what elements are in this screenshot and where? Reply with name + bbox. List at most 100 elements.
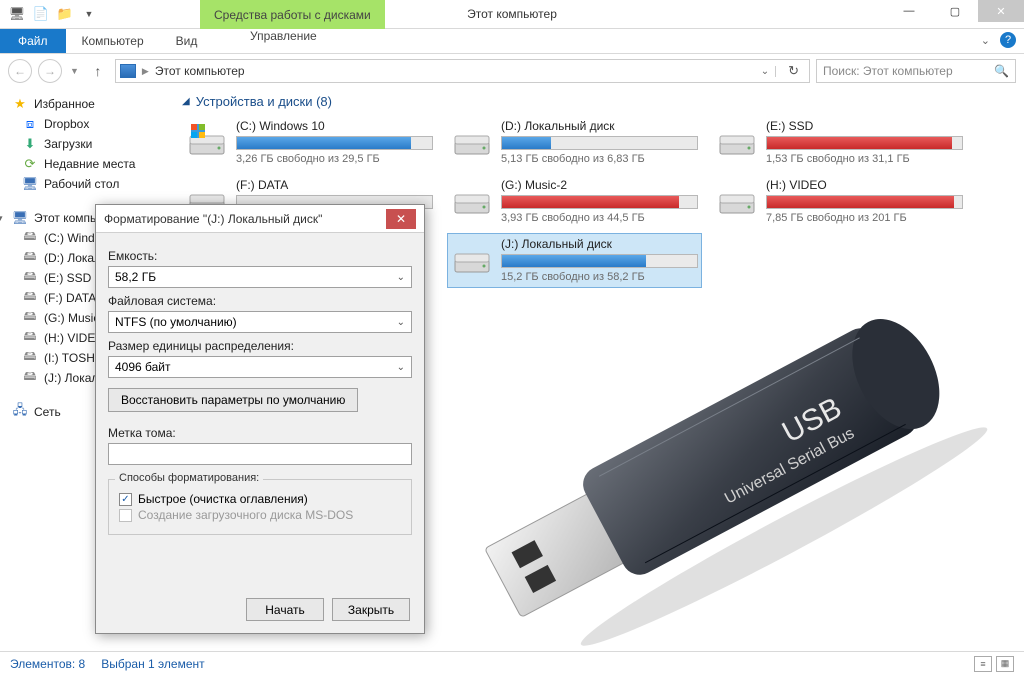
breadcrumb-location[interactable]: Этот компьютер bbox=[155, 64, 245, 78]
tiles-view-icon[interactable]: ▦ bbox=[996, 656, 1014, 672]
forward-button[interactable]: → bbox=[38, 59, 62, 83]
computer-tab[interactable]: Компьютер bbox=[66, 29, 160, 53]
minimize-button[interactable]: — bbox=[886, 0, 932, 22]
drive-tile[interactable]: (J:) Локальный диск 15,2 ГБ свободно из … bbox=[447, 233, 702, 288]
drive-name: (D:) Локальный диск bbox=[501, 119, 698, 133]
qat-new-folder-icon[interactable]: 📁 bbox=[54, 3, 76, 25]
ribbon-tabs: Файл Компьютер Вид Управление ⌄ ? bbox=[0, 29, 1024, 54]
volume-label-input[interactable] bbox=[108, 443, 412, 465]
qat-dropdown-icon[interactable]: ▼ bbox=[78, 3, 100, 25]
allocation-select[interactable]: 4096 байт⌄ bbox=[108, 356, 412, 378]
drive-usage-bar bbox=[766, 195, 963, 209]
drive-name: (F:) DATA bbox=[236, 178, 433, 192]
drive-name: (H:) VIDEO bbox=[766, 178, 963, 192]
drive-name: (E:) SSD bbox=[766, 119, 963, 133]
context-tab-drive-tools[interactable]: Средства работы с дисками bbox=[200, 0, 385, 29]
qat-properties-icon[interactable]: 📄 bbox=[30, 3, 52, 25]
downloads-icon: ⬇ bbox=[22, 136, 38, 152]
drive-tile[interactable]: (C:) Windows 10 3,26 ГБ свободно из 29,5… bbox=[182, 115, 437, 170]
close-dialog-button[interactable]: Закрыть bbox=[332, 598, 410, 621]
checkbox-unchecked-icon bbox=[119, 509, 132, 522]
drive-free-text: 3,93 ГБ свободно из 44,5 ГБ bbox=[501, 212, 698, 224]
drive-icon bbox=[451, 178, 493, 220]
dialog-close-button[interactable]: ✕ bbox=[386, 209, 416, 229]
window-title: Этот компьютер bbox=[467, 7, 557, 21]
drive-icon: 🖴 bbox=[22, 230, 38, 246]
drive-tile[interactable]: (D:) Локальный диск 5,13 ГБ свободно из … bbox=[447, 115, 702, 170]
view-tab[interactable]: Вид bbox=[160, 29, 214, 53]
sidebar-dropbox[interactable]: ⧈Dropbox bbox=[0, 114, 172, 134]
group-header-drives[interactable]: ◢ Устройства и диски (8) bbox=[182, 94, 1014, 109]
recent-icon: ⟳ bbox=[22, 156, 38, 172]
sidebar-recent[interactable]: ⟳Недавние места bbox=[0, 154, 172, 174]
address-bar[interactable]: ▶ Этот компьютер ⌄ ↻ bbox=[115, 59, 810, 83]
sidebar-favorites[interactable]: ★Избранное bbox=[0, 94, 172, 114]
qat-computer-icon[interactable]: 🖥 bbox=[6, 3, 28, 25]
drive-icon: 🖴 bbox=[22, 330, 38, 346]
search-input[interactable]: Поиск: Этот компьютер 🔍 bbox=[816, 59, 1016, 83]
drive-name: (G:) Music-2 bbox=[501, 178, 698, 192]
refresh-icon[interactable]: ↻ bbox=[782, 63, 805, 79]
details-view-icon[interactable]: ≡ bbox=[974, 656, 992, 672]
drive-icon bbox=[716, 119, 758, 161]
quick-format-checkbox[interactable]: ✓ Быстрое (очистка оглавления) bbox=[119, 492, 401, 506]
sidebar-downloads[interactable]: ⬇Загрузки bbox=[0, 134, 172, 154]
navigation-row: ← → ▼ ↑ ▶ Этот компьютер ⌄ ↻ Поиск: Этот… bbox=[0, 54, 1024, 88]
restore-defaults-button[interactable]: Восстановить параметры по умолчанию bbox=[108, 388, 358, 412]
filesystem-select[interactable]: NTFS (по умолчанию)⌄ bbox=[108, 311, 412, 333]
msdos-boot-checkbox: Создание загрузочного диска MS-DOS bbox=[119, 508, 401, 522]
titlebar: 🖥 📄 📁 ▼ Средства работы с дисками Этот к… bbox=[0, 0, 1024, 29]
chevron-down-icon: ⌄ bbox=[397, 317, 405, 328]
desktop-icon: 🖥 bbox=[22, 176, 38, 192]
drive-icon: 🖴 bbox=[22, 250, 38, 266]
drive-icon: 🖴 bbox=[22, 310, 38, 326]
start-button[interactable]: Начать bbox=[246, 598, 324, 621]
file-tab[interactable]: Файл bbox=[0, 29, 66, 53]
drive-tile[interactable]: (G:) Music-2 3,93 ГБ свободно из 44,5 ГБ bbox=[447, 174, 702, 229]
network-icon: 🖧 bbox=[12, 404, 28, 420]
collapse-icon: ◢ bbox=[182, 96, 190, 107]
quick-access-toolbar: 🖥 📄 📁 ▼ bbox=[0, 3, 100, 25]
drive-icon: 🖴 bbox=[22, 350, 38, 366]
status-selection: Выбран 1 элемент bbox=[101, 657, 204, 671]
drive-usage-bar bbox=[501, 136, 698, 150]
chevron-down-icon: ⌄ bbox=[397, 272, 405, 283]
capacity-label: Емкость: bbox=[108, 249, 412, 263]
drive-icon bbox=[186, 119, 228, 161]
back-button[interactable]: ← bbox=[8, 59, 32, 83]
status-item-count: Элементов: 8 bbox=[10, 657, 85, 671]
drive-usage-bar bbox=[766, 136, 963, 150]
expander-icon[interactable]: ▾ bbox=[0, 213, 3, 224]
maximize-button[interactable]: ▢ bbox=[932, 0, 978, 22]
drive-icon: 🖴 bbox=[22, 290, 38, 306]
dialog-titlebar: Форматирование "(J:) Локальный диск" ✕ bbox=[96, 205, 424, 233]
ribbon-collapse-icon[interactable]: ⌄ bbox=[981, 34, 990, 47]
up-button[interactable]: ↑ bbox=[87, 60, 109, 82]
volume-label-label: Метка тома: bbox=[108, 426, 412, 440]
address-dropdown-icon[interactable]: ⌄ bbox=[761, 66, 776, 77]
close-button[interactable]: ✕ bbox=[978, 0, 1024, 22]
search-placeholder: Поиск: Этот компьютер bbox=[823, 64, 953, 78]
help-icon[interactable]: ? bbox=[1000, 32, 1016, 48]
sidebar-desktop[interactable]: 🖥Рабочий стол bbox=[0, 174, 172, 194]
drive-name: (C:) Windows 10 bbox=[236, 119, 433, 133]
chevron-down-icon: ⌄ bbox=[397, 362, 405, 373]
breadcrumb-sep: ▶ bbox=[142, 66, 149, 77]
drive-free-text: 7,85 ГБ свободно из 201 ГБ bbox=[766, 212, 963, 224]
status-bar: Элементов: 8 Выбран 1 элемент ≡ ▦ bbox=[0, 651, 1024, 675]
history-dropdown-icon[interactable]: ▼ bbox=[68, 66, 81, 76]
dialog-title: Форматирование "(J:) Локальный диск" bbox=[104, 212, 386, 226]
format-options-group: Способы форматирования: ✓ Быстрое (очист… bbox=[108, 479, 412, 535]
manage-tab[interactable]: Управление bbox=[215, 29, 352, 43]
drive-tile[interactable]: (E:) SSD 1,53 ГБ свободно из 31,1 ГБ bbox=[712, 115, 967, 170]
format-options-legend: Способы форматирования: bbox=[115, 472, 263, 484]
drive-icon bbox=[716, 178, 758, 220]
drive-tile[interactable]: (H:) VIDEO 7,85 ГБ свободно из 201 ГБ bbox=[712, 174, 967, 229]
view-mode-switcher: ≡ ▦ bbox=[974, 656, 1014, 672]
drive-free-text: 5,13 ГБ свободно из 6,83 ГБ bbox=[501, 153, 698, 165]
drive-usage-bar bbox=[501, 254, 698, 268]
drive-icon: 🖴 bbox=[22, 270, 38, 286]
computer-icon bbox=[120, 64, 136, 78]
drive-free-text: 3,26 ГБ свободно из 29,5 ГБ bbox=[236, 153, 433, 165]
capacity-select[interactable]: 58,2 ГБ⌄ bbox=[108, 266, 412, 288]
